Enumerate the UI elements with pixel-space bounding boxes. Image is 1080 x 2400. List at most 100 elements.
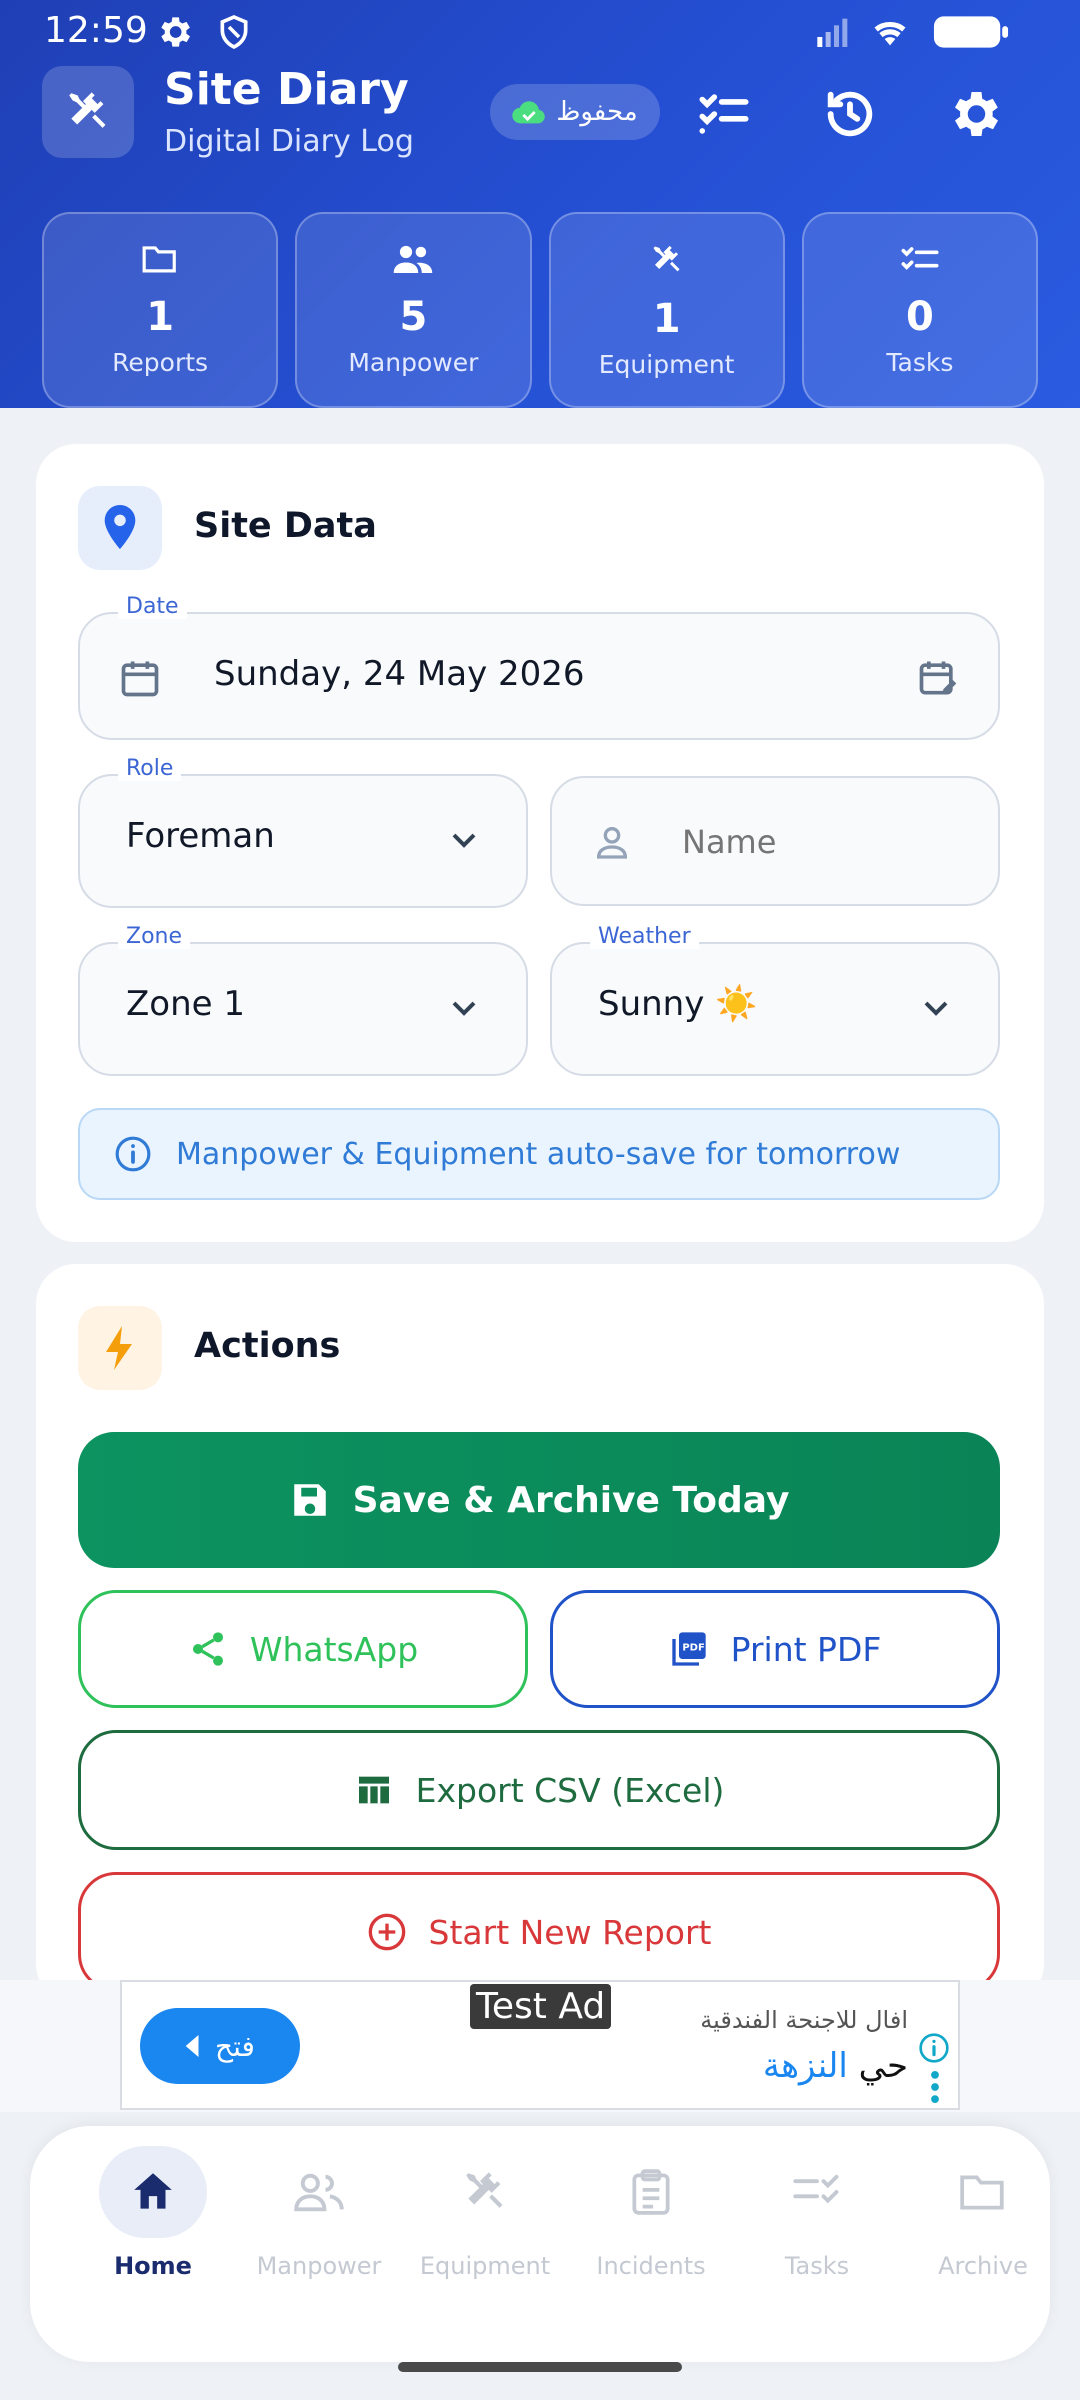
chevron-down-icon [452, 1001, 476, 1016]
site-data-title: Site Data [194, 506, 377, 546]
settings-status-icon [161, 17, 190, 47]
export-csv-label: Export CSV (Excel) [415, 1770, 725, 1810]
role-label: Role [118, 756, 182, 781]
role-value: Foreman [126, 816, 275, 856]
clipboard-icon-box [597, 2146, 705, 2238]
ad-test-tag: Test Ad [470, 1984, 612, 2029]
nav-archive[interactable]: Archive [900, 2146, 1066, 2296]
stat-equipment[interactable]: 1 Equipment [548, 212, 785, 408]
saved-status-badge: محفوظ [490, 84, 660, 140]
chevron-down-icon [452, 833, 476, 848]
checklist-icon [793, 2174, 839, 2204]
tools-icon [466, 2172, 503, 2208]
start-new-report-button[interactable]: Start New Report [78, 1872, 1000, 1992]
save-icon [293, 1484, 326, 1516]
actions-card: Actions Save & Archive Today WhatsApp PD… [36, 1264, 1044, 2004]
ad-banner[interactable]: فتح Test Ad افال للاجنحة الفندقية حي الن… [120, 1980, 960, 2110]
share-icon [192, 1632, 223, 1666]
print-pdf-button[interactable]: PDF Print PDF [550, 1590, 1000, 1708]
gear-icon [955, 92, 998, 136]
ad-info-icon[interactable] [918, 2032, 950, 2064]
cloud-check-icon [512, 101, 546, 124]
ad-headline: افال للاجنحة الفندقية [700, 2006, 908, 2034]
nav-home[interactable]: Home [70, 2146, 236, 2296]
people-icon [394, 245, 433, 273]
app-subtitle: Digital Diary Log [164, 124, 414, 159]
stat-value: 1 [146, 294, 175, 340]
ad-banner-area: فتح Test Ad افال للاجنحة الفندقية حي الن… [0, 1980, 1080, 2112]
add-circle-icon [368, 1913, 405, 1951]
pdf-icon: PDF [671, 1632, 706, 1666]
nav-label: Manpower [256, 2252, 382, 2280]
start-new-report-label: Start New Report [428, 1912, 712, 1952]
folder-icon [960, 2175, 1004, 2210]
name-input[interactable] [682, 812, 962, 872]
zone-value: Zone 1 [126, 984, 245, 1024]
history-icon [827, 91, 873, 137]
nav-manpower[interactable]: Manpower [236, 2146, 402, 2296]
zone-select[interactable]: Zone Zone 1 [78, 924, 528, 1076]
wifi-icon [874, 21, 906, 46]
save-archive-button[interactable]: Save & Archive Today [78, 1432, 1000, 1568]
nav-label: Home [114, 2252, 192, 2280]
site-data-icon-box [78, 486, 162, 570]
calendar-edit-icon[interactable] [916, 656, 960, 700]
autosave-info-text: Manpower & Equipment auto-save for tomor… [176, 1136, 901, 1172]
svg-text:PDF: PDF [682, 1643, 704, 1654]
nav-label: Archive [938, 2252, 1028, 2280]
date-label: Date [118, 594, 187, 619]
actions-title: Actions [194, 1326, 341, 1366]
app-logo [42, 66, 134, 158]
stat-value: 0 [905, 294, 934, 340]
whatsapp-button[interactable]: WhatsApp [78, 1590, 528, 1708]
site-data-card: Site Data Date Sunday, 24 May 2026 Role … [36, 444, 1044, 1242]
stat-reports[interactable]: 1 Reports [42, 212, 279, 408]
home-indicator[interactable] [398, 2362, 682, 2372]
ad-more-icon[interactable] [930, 2070, 940, 2104]
settings-button[interactable] [940, 80, 1008, 148]
tools-icon-box [431, 2146, 539, 2238]
role-select[interactable]: Role Foreman [78, 756, 528, 908]
history-button[interactable] [816, 80, 884, 148]
stat-value: 5 [399, 294, 428, 340]
battery-icon [933, 16, 1009, 48]
nav-tasks[interactable]: Tasks [734, 2146, 900, 2296]
stat-value: 1 [652, 296, 681, 342]
home-icon-box [99, 2146, 207, 2238]
nav-label: Tasks [784, 2252, 850, 2280]
ad-subheadline: حي النزهة [763, 2046, 908, 2086]
stat-tasks[interactable]: 0 Tasks [801, 212, 1038, 408]
date-field[interactable]: Date Sunday, 24 May 2026 [78, 594, 1000, 740]
play-left-icon [185, 2035, 199, 2057]
checklist-icon-box [763, 2146, 871, 2238]
chevron-down-icon [924, 1001, 948, 1016]
folder-icon-box [929, 2146, 1037, 2238]
ad-open-button[interactable]: فتح [140, 2008, 300, 2084]
bottom-navigation: Home Manpower Equipment Incidents Tasks … [30, 2126, 1050, 2362]
stat-label: Reports [112, 348, 209, 377]
checklist-button[interactable] [690, 80, 758, 148]
whatsapp-label: WhatsApp [249, 1629, 419, 1669]
location-pin-icon [104, 505, 136, 550]
lightning-icon [106, 1326, 132, 1370]
nav-incidents[interactable]: Incidents [568, 2146, 734, 2296]
folder-icon [142, 246, 176, 273]
save-archive-label: Save & Archive Today [352, 1479, 790, 1521]
signal-icon [817, 18, 848, 47]
weather-label: Weather [590, 924, 699, 949]
stat-manpower[interactable]: 5 Manpower [295, 212, 532, 408]
name-field[interactable] [550, 776, 1000, 906]
weather-select[interactable]: Weather Sunny ☀️ [550, 924, 1000, 1076]
ad-subheadline-blue: النزهة [762, 2046, 848, 2086]
nav-label: Incidents [596, 2252, 706, 2280]
nav-label: Equipment [419, 2252, 551, 2280]
status-time: 12:59 [44, 10, 148, 51]
export-csv-button[interactable]: Export CSV (Excel) [78, 1730, 1000, 1850]
zone-label: Zone [118, 924, 191, 949]
nav-equipment[interactable]: Equipment [402, 2146, 568, 2296]
checklist-icon [901, 247, 939, 270]
home-icon [134, 2173, 172, 2209]
date-value: Sunday, 24 May 2026 [214, 654, 585, 694]
people-icon [294, 2173, 344, 2212]
app-header: 12:59 Site Diary Digital Diary Log محفوظ… [0, 0, 1080, 408]
